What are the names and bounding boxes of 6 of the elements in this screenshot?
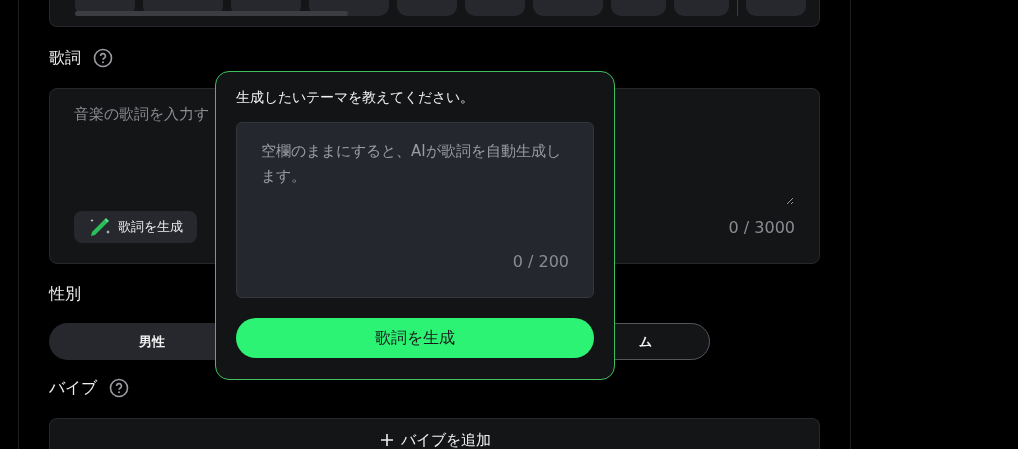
popup-title: 生成したいテーマを教えてください。: [236, 89, 475, 107]
lyrics-label: 歌詞: [49, 47, 81, 69]
character-counter: 0 / 200: [512, 252, 569, 271]
character-counter: 0 / 3000: [728, 218, 795, 237]
vibe-label: バイブ: [49, 377, 97, 399]
gender-label: 性別: [49, 283, 81, 305]
